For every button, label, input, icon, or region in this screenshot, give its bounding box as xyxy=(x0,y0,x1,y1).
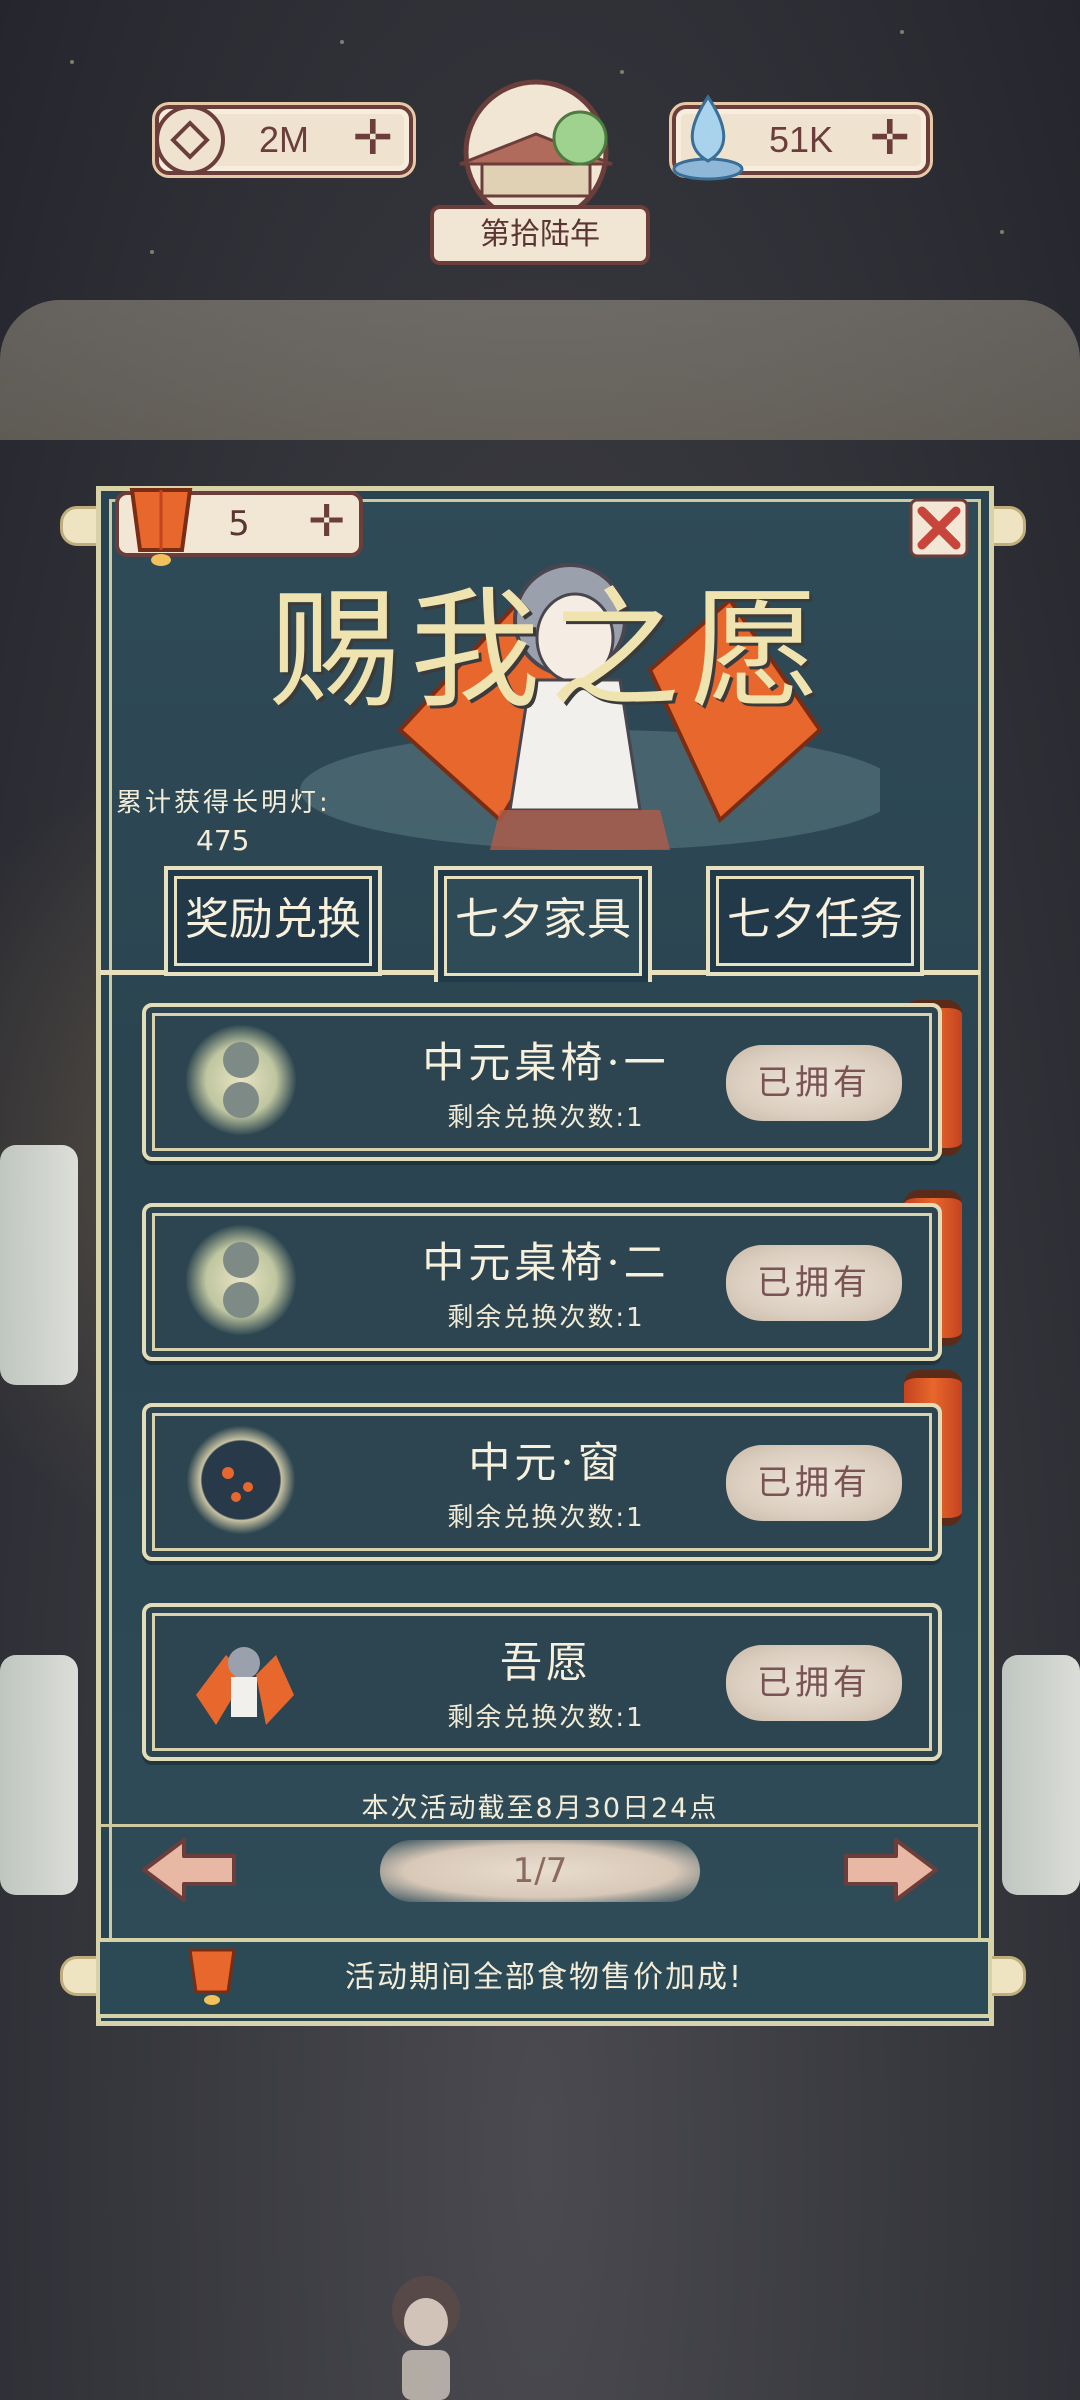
list-item[interactable]: 中元·窗 剩余兑换次数:1 已拥有 xyxy=(142,1403,942,1561)
item-name: 中元桌椅·二 xyxy=(422,1238,670,1287)
pager-divider xyxy=(100,1824,980,1827)
close-icon[interactable] xyxy=(908,497,970,559)
item-name: 中元·窗 xyxy=(468,1438,624,1487)
copper-coin-icon xyxy=(155,105,225,175)
tab-qixi-tasks[interactable]: 七夕任务 xyxy=(706,866,924,976)
next-page-icon[interactable] xyxy=(840,1834,940,1906)
tab-qixi-furniture[interactable]: 七夕家具 xyxy=(434,866,652,982)
item-remaining: 剩余兑换次数:1 xyxy=(447,1303,645,1333)
praying-girl-icon xyxy=(186,1625,296,1735)
water-drop-icon xyxy=(672,94,744,181)
owned-button[interactable]: 已拥有 xyxy=(726,1645,902,1721)
lotus-pattern-icon xyxy=(186,1025,296,1135)
add-water-icon[interactable]: ✛ xyxy=(870,109,910,167)
lotus-pattern-icon xyxy=(186,1225,296,1335)
sky-lantern-icon xyxy=(129,488,193,566)
add-lantern-icon[interactable]: ✛ xyxy=(308,495,345,549)
round-window-icon xyxy=(186,1425,296,1535)
star xyxy=(1000,230,1004,234)
list-item[interactable]: 吾愿 剩余兑换次数:1 已拥有 xyxy=(142,1603,942,1761)
year-badge: 第拾陆年 xyxy=(430,205,650,265)
sky-lantern-icon xyxy=(188,1948,236,2005)
mooncake-plate xyxy=(0,1145,78,1385)
event-deadline: 本次活动截至8月30日24点 xyxy=(361,1793,719,1824)
list-item[interactable]: 中元桌椅·二 剩余兑换次数:1 已拥有 xyxy=(142,1203,942,1361)
coins-bar[interactable]: 2M ✛ xyxy=(155,105,413,175)
prev-page-icon[interactable] xyxy=(140,1834,240,1906)
owned-button[interactable]: 已拥有 xyxy=(726,1245,902,1321)
item-remaining: 剩余兑换次数:1 xyxy=(447,1103,645,1133)
water-bar[interactable]: 51K ✛ xyxy=(672,94,930,181)
mooncake-plate xyxy=(1002,1655,1080,1895)
star xyxy=(150,250,154,254)
star xyxy=(900,30,904,34)
owned-button[interactable]: 已拥有 xyxy=(726,1045,902,1121)
star xyxy=(70,60,74,64)
chibi-character-icon xyxy=(392,2276,460,2400)
mooncake-plate xyxy=(0,1655,78,1895)
add-coins-icon[interactable]: ✛ xyxy=(353,109,393,167)
item-remaining: 剩余兑换次数:1 xyxy=(447,1503,645,1533)
tab-reward-exchange[interactable]: 奖励兑换 xyxy=(164,866,382,976)
accumulated-value: 475 xyxy=(196,824,250,857)
star xyxy=(340,40,344,44)
page-indicator: 1/7 xyxy=(380,1840,700,1902)
item-remaining: 剩余兑换次数:1 xyxy=(447,1703,645,1733)
list-item[interactable]: 中元桌椅·一 剩余兑换次数:1 已拥有 xyxy=(142,1003,942,1161)
magpie-bridge-decoration xyxy=(0,300,1080,440)
accumulated-label: 累计获得长明灯: xyxy=(116,788,331,818)
item-name: 中元桌椅·一 xyxy=(422,1038,670,1087)
banner-calligraphy: 赐我之愿 xyxy=(270,574,831,726)
pavilion-emblem-icon xyxy=(459,79,613,208)
item-name: 吾愿 xyxy=(499,1638,592,1687)
owned-button[interactable]: 已拥有 xyxy=(726,1445,902,1521)
